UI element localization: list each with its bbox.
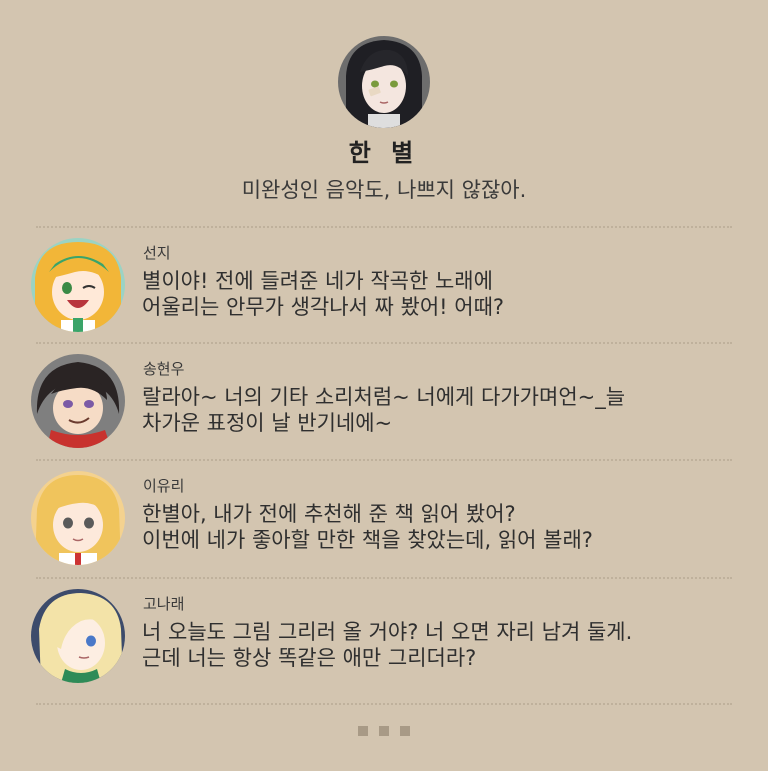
comment-text: 별이야! 전에 들려준 네가 작곡한 노래에 어울리는 안무가 생각나서 짜 봤…: [142, 269, 505, 319]
comment-text: 한별아, 내가 전에 추천해 준 책 읽어 봤어? 이번에 네가 좋아할 만한 …: [142, 502, 593, 552]
comment-text: 랄라아~ 너의 기타 소리처럼~ 너에게 다가가며언~_늘 차가운 표정이 날 …: [142, 385, 626, 435]
more-comments-indicator[interactable]: [358, 726, 410, 738]
profile-status-message: 미완성인 음악도, 나쁘지 않잖아.: [241, 178, 527, 202]
commenter-avatar[interactable]: [31, 238, 125, 332]
comment-item: 이유리 한별아, 내가 전에 추천해 준 책 읽어 봤어? 이번에 네가 좋아할…: [0, 461, 768, 577]
comment-text: 너 오늘도 그림 그리러 올 거야? 너 오면 자리 남겨 둘게. 근데 너는 …: [142, 620, 633, 670]
commenter-avatar[interactable]: [31, 354, 125, 448]
divider: [36, 703, 732, 705]
comment-item: 고나래 너 오늘도 그림 그리러 올 거야? 너 오면 자리 남겨 둘게. 근데…: [0, 579, 768, 695]
comment-item: 송현우 랄라아~ 너의 기타 소리처럼~ 너에게 다가가며언~_늘 차가운 표정…: [0, 344, 768, 460]
dot-icon: [379, 726, 389, 736]
dot-icon: [358, 726, 368, 736]
profile-avatar[interactable]: [338, 36, 430, 128]
commenter-name: 이유리: [143, 477, 185, 495]
comment-item: 선지 별이야! 전에 들려준 네가 작곡한 노래에 어울리는 안무가 생각나서 …: [0, 228, 768, 344]
commenter-avatar[interactable]: [31, 589, 125, 683]
commenter-name: 송현우: [143, 360, 185, 378]
dot-icon: [400, 726, 410, 736]
commenter-name: 선지: [143, 244, 171, 262]
profile-name: 한 별: [348, 139, 420, 167]
commenter-name: 고나래: [143, 595, 185, 613]
commenter-avatar[interactable]: [31, 471, 125, 565]
